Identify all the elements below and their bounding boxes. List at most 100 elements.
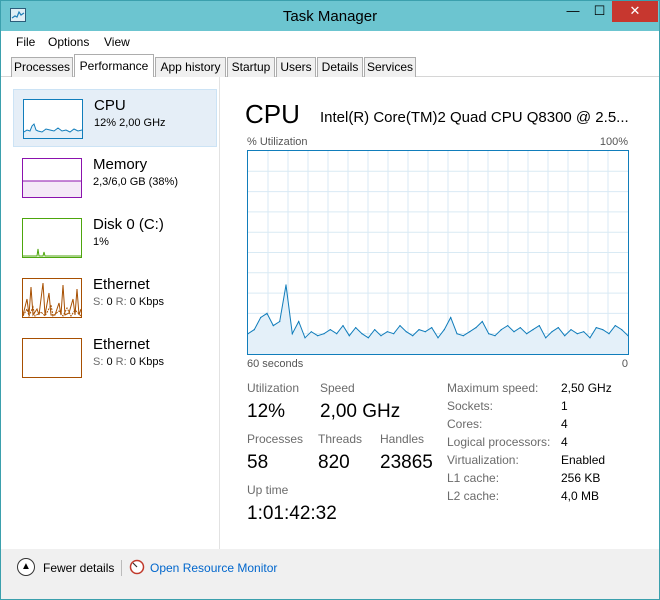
- memory-thumbnail-graph: [22, 158, 82, 198]
- utilization-point-41: [507, 325, 509, 327]
- send-value: 0: [106, 356, 113, 368]
- utilization-point-24: [399, 325, 401, 327]
- utilization-point-6: [285, 284, 287, 286]
- resource-name: Ethernet: [93, 276, 150, 293]
- utilization-point-10: [310, 331, 312, 333]
- utilization-point-46: [538, 325, 540, 327]
- logical-processors-label: Logical processors:: [447, 435, 551, 449]
- utilization-point-11: [317, 335, 319, 337]
- performance-content: CPU 12% 2,00 GHz Memory 2,3/6,0 GB (38%): [1, 77, 659, 549]
- utilization-point-38: [488, 333, 490, 335]
- utilization-point-40: [500, 329, 502, 331]
- utilization-point-37: [481, 320, 483, 323]
- graph-time-left-label: 60 seconds: [247, 358, 304, 370]
- sockets-value: 1: [561, 399, 568, 413]
- utilization-point-55: [595, 327, 597, 329]
- tab-users[interactable]: Users: [276, 57, 316, 77]
- resource-item-ethernet-1[interactable]: Ethernet S: 0 R: 0 Kbps: [13, 269, 217, 327]
- utilization-point-34: [462, 335, 464, 337]
- task-manager-window: Task Manager — ☐ ✕ File Options View Pro…: [0, 0, 660, 600]
- send-label: S:: [93, 296, 104, 308]
- resource-item-cpu[interactable]: CPU 12% 2,00 GHz: [13, 89, 217, 147]
- threads-value: 820: [318, 452, 350, 473]
- tab-processes[interactable]: Processes: [11, 57, 73, 77]
- utilization-point-50: [564, 335, 566, 337]
- processes-label: Processes: [247, 432, 304, 446]
- utilization-point-3: [266, 312, 268, 314]
- utilization-value: 12%: [247, 401, 286, 422]
- resource-name: Memory: [93, 156, 148, 173]
- utilization-point-27: [418, 329, 420, 331]
- speed-label: Speed: [320, 381, 355, 395]
- utilization-point-57: [608, 333, 610, 335]
- threads-label: Threads: [318, 432, 363, 446]
- open-resource-monitor-link[interactable]: Open Resource Monitor: [150, 561, 277, 575]
- tab-app-history[interactable]: App history: [155, 57, 226, 77]
- l2-cache-label: L2 cache:: [447, 489, 500, 503]
- utilization-point-29: [431, 327, 433, 329]
- resource-list: CPU 12% 2,00 GHz Memory 2,3/6,0 GB (38%): [1, 77, 220, 549]
- utilization-point-21: [380, 335, 382, 337]
- utilization-point-54: [589, 337, 591, 339]
- receive-label: R:: [115, 296, 127, 308]
- cores-value: 4: [561, 417, 568, 431]
- resource-detail: 1%: [93, 236, 109, 248]
- utilization-max-label: 100%: [599, 136, 628, 148]
- utilization-point-28: [424, 331, 426, 333]
- utilization-point-18: [361, 333, 363, 335]
- tab-details[interactable]: Details: [317, 57, 363, 77]
- resource-detail: 2,3/6,0 GB (38%): [93, 176, 178, 188]
- resource-detail: S: 0 R: 0 Kbps: [93, 356, 164, 368]
- receive-value: 0 Kbps: [129, 356, 164, 368]
- utilization-point-42: [513, 331, 515, 333]
- graph-grid: [248, 151, 628, 354]
- minimize-button[interactable]: —: [560, 1, 586, 22]
- utilization-point-19: [367, 337, 369, 339]
- close-button[interactable]: ✕: [612, 1, 658, 22]
- l1-cache-label: L1 cache:: [447, 471, 500, 485]
- l1-cache-value: 256 KB: [561, 471, 601, 485]
- utilization-point-31: [443, 329, 445, 331]
- resource-item-disk[interactable]: Disk 0 (C:) 1%: [13, 209, 217, 267]
- utilization-point-23: [393, 333, 395, 335]
- logical-processors-value: 4: [561, 435, 568, 449]
- max-speed-label: Maximum speed:: [447, 381, 539, 395]
- utilization-point-36: [475, 327, 477, 329]
- utilization-point-44: [526, 333, 528, 335]
- utilization-point-20: [374, 329, 376, 331]
- chevron-up-icon[interactable]: ▲: [17, 558, 35, 576]
- tab-services[interactable]: Services: [364, 57, 416, 77]
- utilization-point-2: [260, 316, 262, 319]
- maximize-button[interactable]: ☐: [586, 1, 613, 22]
- utilization-point-26: [412, 335, 414, 337]
- resource-item-ethernet-2[interactable]: Ethernet S: 0 R: 0 Kbps: [13, 329, 217, 387]
- cores-label: Cores:: [447, 417, 483, 431]
- resource-item-memory[interactable]: Memory 2,3/6,0 GB (38%): [13, 149, 217, 207]
- utilization-point-33: [456, 333, 458, 335]
- fewer-details-button[interactable]: Fewer details: [43, 561, 114, 575]
- tab-startup[interactable]: Startup: [227, 57, 275, 77]
- utilization-point-8: [298, 320, 300, 323]
- uptime-value: 1:01:42:32: [247, 503, 337, 524]
- utilization-point-56: [602, 329, 604, 331]
- menu-view[interactable]: View: [104, 35, 130, 49]
- utilization-point-59: [621, 329, 623, 331]
- resource-name: Ethernet: [93, 336, 150, 353]
- utilization-area: [248, 285, 628, 354]
- menu-options[interactable]: Options: [48, 35, 89, 49]
- utilization-point-16: [348, 335, 350, 337]
- cpu-heading: CPU: [245, 99, 300, 129]
- title-bar[interactable]: Task Manager — ☐ ✕: [1, 1, 659, 31]
- utilization-point-58: [614, 325, 616, 327]
- l2-cache-value: 4,0 MB: [561, 489, 600, 503]
- cpu-graph-svg: [248, 151, 628, 354]
- utilization-point-1: [253, 329, 255, 331]
- utilization-point-9: [304, 337, 306, 339]
- utilization-point-25: [405, 331, 407, 333]
- tab-performance[interactable]: Performance: [74, 54, 154, 78]
- menu-file[interactable]: File: [16, 35, 35, 49]
- utilization-point-15: [342, 325, 344, 327]
- virtualization-label: Virtualization:: [447, 453, 519, 467]
- processes-value: 58: [247, 452, 269, 473]
- cpu-utilization-graph: [247, 150, 629, 355]
